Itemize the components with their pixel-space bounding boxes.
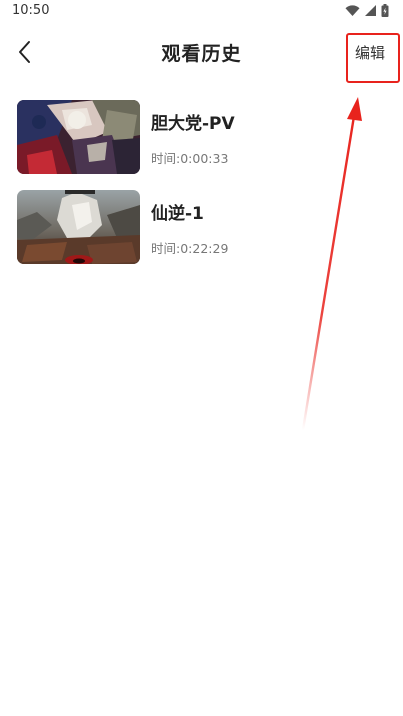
status-time: 10:50 xyxy=(12,3,50,18)
wifi-icon xyxy=(345,4,360,16)
history-item[interactable]: 仙逆-1 时间:0:22:29 xyxy=(17,190,387,264)
battery-icon xyxy=(381,4,389,17)
signal-icon xyxy=(365,5,376,16)
history-item[interactable]: 胆大党-PV 时间:0:00:33 xyxy=(17,100,387,174)
header: 观看历史 编辑 xyxy=(0,30,403,74)
item-title: 胆大党-PV xyxy=(151,114,235,134)
video-thumbnail xyxy=(17,100,140,174)
item-watch-time: 时间:0:00:33 xyxy=(151,151,229,166)
screen: 10:50 观看历史 编辑 胆大党-PV 时间:0:00:33 仙逆-1 时间:… xyxy=(0,0,403,716)
status-icons xyxy=(345,4,389,17)
page-title: 观看历史 xyxy=(161,43,242,65)
video-thumbnail xyxy=(17,190,140,264)
item-watch-time: 时间:0:22:29 xyxy=(151,241,229,256)
annotation-highlight-box xyxy=(346,33,400,83)
item-title: 仙逆-1 xyxy=(151,204,204,224)
status-bar: 10:50 xyxy=(0,0,403,24)
